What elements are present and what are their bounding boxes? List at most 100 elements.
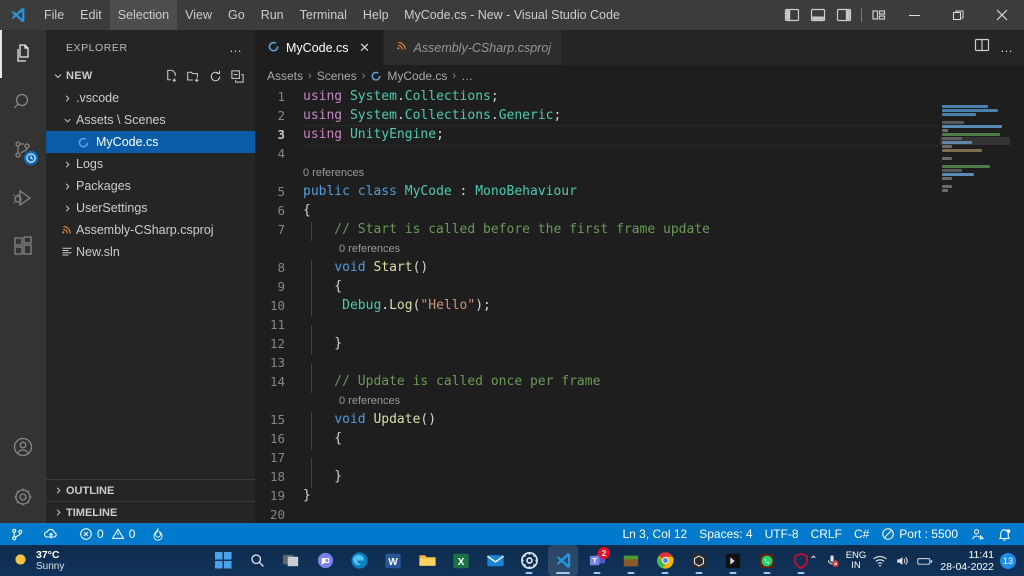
tree-item-mycode-cs[interactable]: MyCode.cs [46, 131, 255, 153]
notification-count-badge[interactable]: 13 [1000, 553, 1016, 569]
breadcrumb-item-assets[interactable]: Assets [267, 69, 303, 83]
activity-item-extensions[interactable] [0, 222, 46, 270]
close-button[interactable] [980, 0, 1024, 30]
clock[interactable]: 11:41 28-04-2022 [940, 549, 994, 573]
activity-item-search[interactable] [0, 78, 46, 126]
code-line[interactable]: 9 { [255, 277, 1024, 296]
tree-item-vscode[interactable]: .vscode [46, 87, 255, 109]
taskbar-app-minecraft[interactable] [616, 545, 646, 576]
code-line[interactable]: 14 // Update is called once per frame [255, 372, 1024, 391]
status-encoding[interactable]: UTF-8 [759, 523, 805, 545]
tree-item-new-sln[interactable]: New.sln [46, 241, 255, 263]
minimize-button[interactable] [892, 0, 936, 30]
taskbar-app-google-chrome[interactable] [650, 545, 680, 576]
code-line[interactable]: 17 [255, 448, 1024, 467]
wifi-icon[interactable] [872, 553, 888, 569]
minimap[interactable] [940, 87, 1010, 523]
code-line[interactable]: 1using System.Collections; [255, 87, 1024, 106]
code-line[interactable]: 7 // Start is called before the first fr… [255, 220, 1024, 239]
taskbar-app-mail[interactable] [480, 545, 510, 576]
code-line[interactable]: 5public class MyCode : MonoBehaviour [255, 182, 1024, 201]
status-remote-branch[interactable] [0, 523, 31, 545]
code-line[interactable]: 2using System.Collections.Generic; [255, 106, 1024, 125]
toggle-panel-icon[interactable] [805, 0, 831, 30]
code-line[interactable]: 10 Debug.Log("Hello"); [255, 296, 1024, 315]
taskbar-app-microsoft-excel[interactable]: X [446, 545, 476, 576]
status-eol[interactable]: CRLF [805, 523, 848, 545]
tree-item-packages[interactable]: Packages [46, 175, 255, 197]
activity-item-manage-gear-icon[interactable] [0, 471, 46, 523]
taskbar-app-file-explorer[interactable] [412, 545, 442, 576]
code-line[interactable]: 18 } [255, 467, 1024, 486]
menu-item-selection[interactable]: Selection [110, 0, 177, 30]
menu-item-view[interactable]: View [177, 0, 220, 30]
codelens-references[interactable]: 0 references [255, 163, 1024, 182]
code-line[interactable]: 11 [255, 315, 1024, 334]
taskbar-app-teams-chat[interactable] [310, 545, 340, 576]
status-notifications-bell-icon[interactable] [991, 523, 1018, 545]
tab-assembly-csharp-csproj[interactable]: Assembly-CSharp.csproj [384, 30, 563, 65]
toggle-primary-sidebar-icon[interactable] [779, 0, 805, 30]
breadcrumb-item-mycode-cs[interactable]: MyCode.cs [387, 69, 447, 83]
status-feedback-icon[interactable] [964, 523, 991, 545]
codelens-references[interactable]: 0 references [255, 239, 1024, 258]
mic-muted-icon[interactable] [824, 553, 840, 569]
minimap-slider[interactable] [940, 137, 1010, 145]
breadcrumb-item-scenes[interactable]: Scenes [317, 69, 357, 83]
taskbar-app-microsoft-edge[interactable] [344, 545, 374, 576]
activity-item-accounts[interactable] [0, 423, 46, 471]
menu-item-help[interactable]: Help [355, 0, 397, 30]
breadcrumb-item-more[interactable]: … [461, 69, 473, 83]
customize-layout-icon[interactable] [866, 0, 892, 30]
tree-item-usersettings[interactable]: UserSettings [46, 197, 255, 219]
taskbar-app-task-view[interactable] [276, 545, 306, 576]
split-editor-icon[interactable] [974, 37, 990, 58]
activity-item-source-control[interactable] [0, 126, 46, 174]
taskbar-app-microsoft-teams[interactable]: T 2 [582, 545, 612, 576]
status-cursor-position[interactable]: Ln 3, Col 12 [617, 523, 694, 545]
menu-item-terminal[interactable]: Terminal [292, 0, 355, 30]
code-line[interactable]: 16 { [255, 429, 1024, 448]
language-indicator[interactable]: ENG IN [846, 551, 867, 571]
new-folder-icon[interactable] [183, 66, 203, 86]
tray-expand-icon[interactable]: ⌃ [809, 555, 817, 566]
code-line[interactable]: 3using UnityEngine; [255, 125, 1024, 144]
sidebar-more-actions-icon[interactable]: … [229, 40, 243, 55]
code-editor[interactable]: 1using System.Collections;2using System.… [255, 87, 1024, 523]
editor-vertical-scrollbar[interactable] [1010, 87, 1024, 523]
start-button[interactable] [208, 545, 238, 576]
ellipsis-icon[interactable]: … [1000, 40, 1014, 55]
status-problems[interactable]: 0 0 [65, 523, 141, 545]
menu-item-file[interactable]: File [36, 0, 72, 30]
code-line[interactable]: 19} [255, 486, 1024, 505]
toggle-secondary-sidebar-icon[interactable] [831, 0, 857, 30]
code-line[interactable]: 4 [255, 144, 1024, 163]
panel-timeline[interactable]: TIMELINE [46, 501, 255, 523]
menu-item-go[interactable]: Go [220, 0, 253, 30]
status-sync-changes[interactable] [31, 523, 65, 545]
taskbar-search-icon[interactable] [242, 545, 272, 576]
code-line[interactable]: 15 void Update() [255, 410, 1024, 429]
status-language-mode[interactable]: C# [848, 523, 875, 545]
status-live-server-port[interactable]: Port : 5500 [875, 523, 964, 545]
volume-icon[interactable] [894, 553, 910, 569]
codelens-references[interactable]: 0 references [255, 391, 1024, 410]
code-line[interactable]: 12 } [255, 334, 1024, 353]
taskbar-app-microsoft-word[interactable]: W [378, 545, 408, 576]
new-file-icon[interactable] [161, 66, 181, 86]
codelens-label[interactable]: 0 references [303, 395, 400, 407]
taskbar-app-settings[interactable] [514, 545, 544, 576]
taskbar-app-whatsapp[interactable] [752, 545, 782, 576]
codelens-label[interactable]: 0 references [303, 243, 400, 255]
panel-outline[interactable]: OUTLINE [46, 479, 255, 501]
status-radon-flame-icon[interactable] [141, 523, 171, 545]
tab-mycode-cs[interactable]: MyCode.cs ✕ [255, 30, 384, 65]
code-line[interactable]: 20 [255, 505, 1024, 523]
taskbar-app-visual-studio-code[interactable] [548, 545, 578, 576]
menu-item-edit[interactable]: Edit [72, 0, 110, 30]
menu-item-run[interactable]: Run [253, 0, 292, 30]
collapse-all-icon[interactable] [227, 66, 247, 86]
code-line[interactable]: 13 [255, 353, 1024, 372]
sidebar-root-folder[interactable]: NEW [46, 65, 255, 87]
codelens-label[interactable]: 0 references [303, 167, 364, 179]
